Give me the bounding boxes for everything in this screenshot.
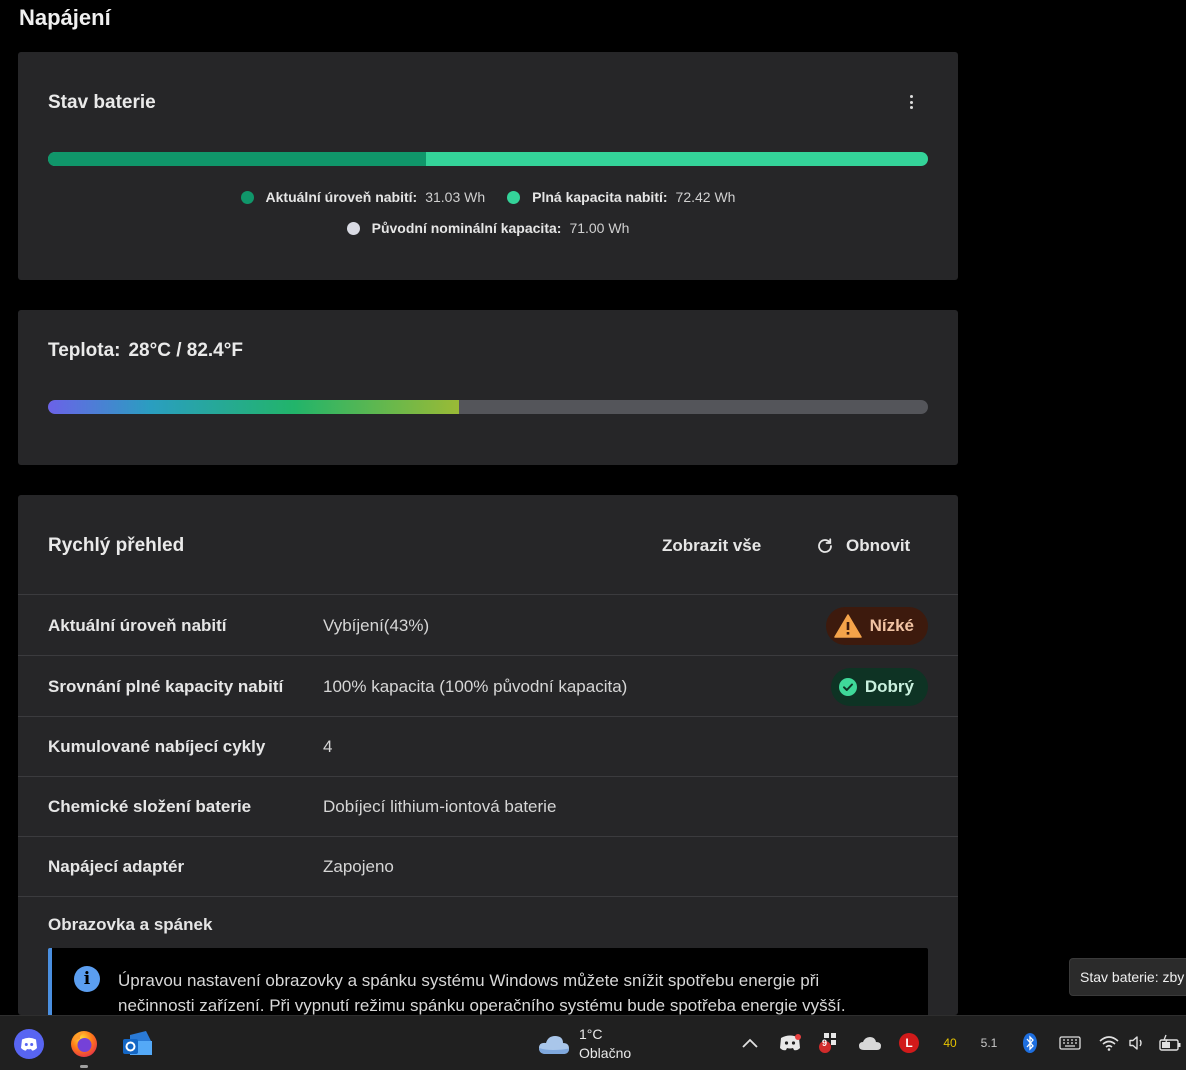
refresh-icon <box>818 538 832 553</box>
speaker-icon[interactable] <box>1127 1031 1147 1055</box>
battery-current-level-fill <box>48 152 427 166</box>
row-label: Srovnání plné kapacity nabití <box>48 676 284 696</box>
warning-icon <box>833 613 862 638</box>
more-vertical-icon[interactable] <box>904 92 918 112</box>
bluetooth-icon[interactable] <box>1020 1031 1040 1055</box>
legend-label: Aktuální úroveň nabití: <box>265 189 418 205</box>
chevron-up-icon[interactable] <box>740 1031 760 1055</box>
screen-sleep-title: Obrazovka a spánek <box>48 915 213 934</box>
overview-header: Rychlý přehled Zobrazit vše Obnovit <box>18 495 958 595</box>
active-app-indicator <box>80 1065 88 1068</box>
legend-label: Plná kapacita nabití: <box>532 189 668 205</box>
cloud-icon <box>539 1036 569 1054</box>
overview-row: Napájecí adaptér Zapojeno <box>18 837 958 897</box>
overview-row: Chemické složení baterie Dobíjecí lithiu… <box>18 777 958 837</box>
row-label: Chemické složení baterie <box>48 796 252 816</box>
row-value: 4 <box>323 736 333 756</box>
temperature-bar <box>48 400 928 414</box>
info-text: Úpravou nastavení obrazovky a spánku sys… <box>118 971 846 1015</box>
app-tray-icon[interactable]: 9 <box>817 1031 841 1055</box>
show-all-button[interactable]: Zobrazit vše <box>662 536 761 556</box>
row-label: Aktuální úroveň nabití <box>48 615 227 635</box>
row-label: Napájecí adaptér <box>48 856 185 876</box>
status-badge-good: Dobrý <box>830 667 928 706</box>
weather-widget[interactable]: 1°C Oblačno <box>537 1023 631 1065</box>
avatar-letter: L <box>905 1036 913 1050</box>
battery-capacity-bar <box>48 152 928 166</box>
discord-icon[interactable] <box>13 1028 45 1060</box>
info-icon: i <box>74 966 100 992</box>
temperature-card: Teplota: 28°C / 82.4°F <box>18 310 958 465</box>
temperature-bar-fill <box>48 400 459 414</box>
battery-icon[interactable] <box>1157 1031 1183 1055</box>
temperature-value: 28°C / 82.4°F <box>128 340 243 361</box>
legend-label: Původní nominální kapacita: <box>371 220 562 236</box>
refresh-button[interactable]: Obnovit <box>816 536 910 556</box>
legend-original-capacity: Původní nominální kapacita: 71.00 Wh <box>346 220 630 236</box>
row-label: Kumulované nabíjecí cykly <box>48 736 266 756</box>
status-badge-low: Nízké <box>825 606 928 645</box>
refresh-label: Obnovit <box>846 536 911 555</box>
firefox-icon[interactable] <box>68 1028 100 1060</box>
keyboard-icon[interactable] <box>1058 1031 1082 1055</box>
row-value: Vybíjení(43%) <box>323 615 430 635</box>
battery-card-title: Stav baterie <box>48 92 156 113</box>
battery-tooltip: Stav baterie: zby <box>1069 958 1186 996</box>
legend-value: 31.03 Wh <box>425 189 486 205</box>
legend-value: 71.00 Wh <box>569 220 630 236</box>
row-value: Zapojeno <box>323 856 394 876</box>
overview-row: Srovnání plné kapacity nabití 100% kapac… <box>18 657 958 717</box>
badge-label: Dobrý <box>864 676 914 696</box>
temperature-label: Teplota: <box>48 340 121 361</box>
overview-row: Aktuální úroveň nabití Vybíjení(43%) Níz… <box>18 596 958 656</box>
row-value: 100% kapacita (100% původní kapacita) <box>323 676 628 696</box>
quick-overview-card: Rychlý přehled Zobrazit vše Obnovit Aktu… <box>18 495 958 1015</box>
page-title: Napájení <box>19 5 111 30</box>
badge-label: Nízké <box>869 615 914 635</box>
weather-condition: Oblačno <box>579 1045 632 1061</box>
taskbar: 1°C Oblačno 9 L 40 5.1 <box>0 1015 1186 1070</box>
overview-row: Kumulované nabíjecí cykly 4 <box>18 717 958 777</box>
tray-badge-count: 9 <box>822 1038 828 1048</box>
wifi-icon[interactable] <box>1098 1031 1120 1055</box>
temperature-title: Teplota: 28°C / 82.4°F <box>48 340 243 362</box>
discord-tray-icon[interactable] <box>778 1031 802 1055</box>
onedrive-icon[interactable] <box>857 1031 883 1055</box>
legend-value: 72.42 Wh <box>675 189 736 205</box>
battery-status-card: Stav baterie Aktuální úroveň nabití: 31.… <box>18 52 958 280</box>
check-circle-icon <box>838 677 857 696</box>
outlook-icon[interactable] <box>122 1028 154 1060</box>
info-box: i Úpravou nastavení obrazovky a spánku s… <box>48 948 928 1015</box>
legend-dot-full <box>507 190 521 204</box>
legend-full-capacity: Plná kapacita nabití: 72.42 Wh <box>507 189 735 205</box>
overview-title: Rychlý přehled <box>48 535 185 556</box>
weather-temperature: 1°C <box>579 1026 603 1042</box>
legend-dot-original <box>346 221 360 235</box>
legend-dot-current <box>240 190 254 204</box>
tray-number-indicator[interactable]: 40 <box>938 1031 962 1055</box>
user-avatar-tray[interactable]: L <box>898 1031 920 1055</box>
legend-current-level: Aktuální úroveň nabití: 31.03 Wh <box>240 189 486 205</box>
row-value: Dobíjecí lithium-iontová baterie <box>323 796 557 816</box>
tray-number-indicator[interactable]: 5.1 <box>976 1031 1002 1055</box>
